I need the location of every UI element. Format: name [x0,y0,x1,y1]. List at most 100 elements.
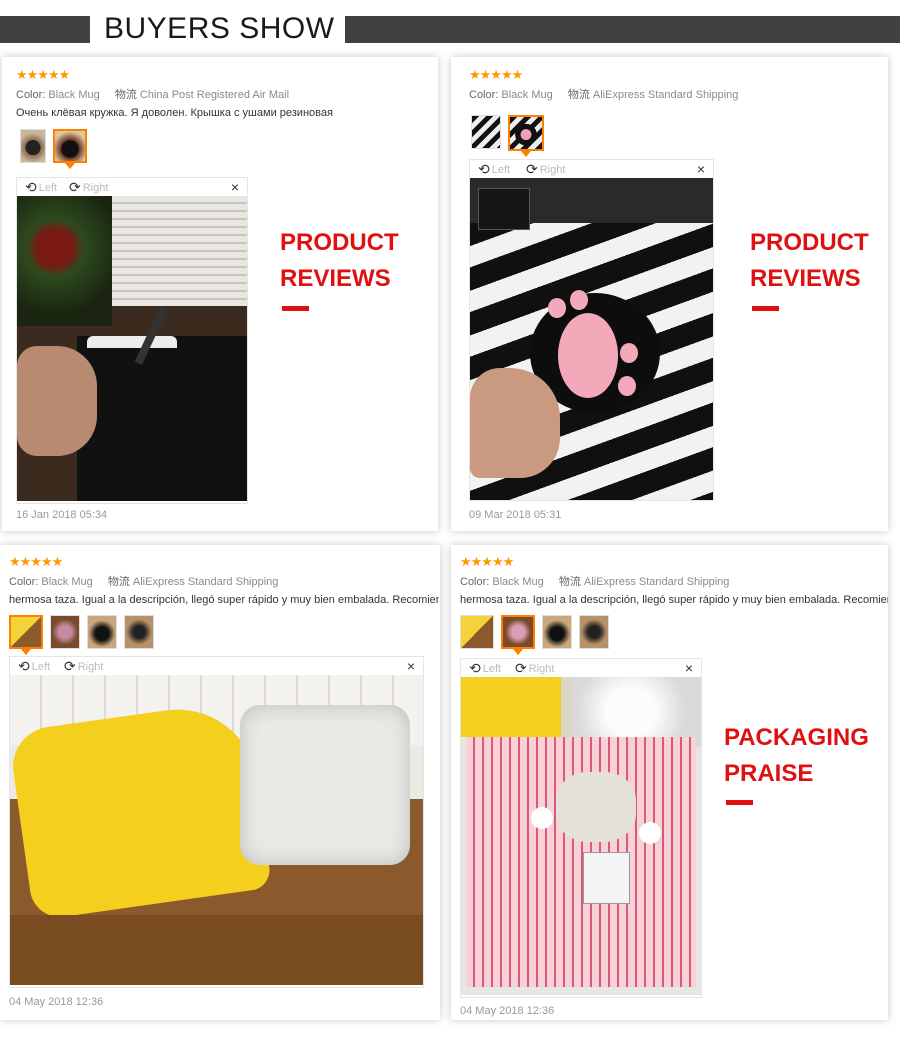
color-label: Color: [9,576,39,588]
close-icon[interactable]: × [231,179,239,195]
rotate-right-label: Right [82,181,109,194]
rotate-left-icon: ⟲ [18,658,30,674]
color-value: Black Mug [492,576,544,588]
image-viewer: ⟲ Left ⟳ Right × [9,656,424,988]
review-photo[interactable] [17,196,247,501]
shipping-label: 物流 [107,576,130,588]
review-photo[interactable] [461,677,701,995]
callout-heading: PACKAGING PRAISE [724,720,869,792]
review-meta: Color: Black Mug 物流 China Post Registere… [16,86,289,102]
rotate-right-icon: ⟳ [69,179,81,195]
review-card-3: ★★★★★ Color: Black Mug 物流 AliExpress Sta… [0,545,440,1020]
shipping-label: 物流 [114,89,137,101]
shipping-label: 物流 [567,89,590,101]
rotate-right-label: Right [77,660,104,673]
callout-line-1: PACKAGING [724,724,869,751]
star-rating: ★★★★★ [16,67,70,82]
rotate-right-label: Right [528,662,555,675]
review-photo[interactable] [470,178,713,500]
banner-bar-left [0,16,90,43]
thumbnail-1[interactable] [471,115,501,149]
rotate-right-icon: ⟳ [526,161,538,177]
banner-bar-right [345,16,900,43]
rotate-left-label: Left [482,662,502,675]
rotate-left-label: Left [491,163,511,176]
thumbnail-1-selected[interactable] [9,615,43,655]
thumbnail-2-selected[interactable] [53,129,87,169]
rotate-right-button[interactable]: ⟳ Right [64,658,103,675]
review-meta: Color: Black Mug 物流 AliExpress Standard … [469,86,738,102]
viewer-toolbar: ⟲ Left ⟳ Right × [470,160,713,178]
rotate-right-button[interactable]: ⟳ Right [515,660,554,677]
rotate-left-button[interactable]: ⟲ Left [25,179,57,196]
image-viewer: ⟲ Left ⟳ Right × [16,177,248,504]
page-title: BUYERS SHOW [104,12,335,45]
rotate-left-icon: ⟲ [469,660,481,676]
thumbnail-strip [460,615,609,655]
star-rating: ★★★★★ [9,554,63,569]
rotate-right-button[interactable]: ⟳ Right [526,161,565,178]
shipping-value: AliExpress Standard Shipping [583,576,730,588]
shipping-value: AliExpress Standard Shipping [592,89,739,101]
callout-dash [282,306,309,311]
review-card-1: ★★★★★ Color: Black Mug 物流 China Post Reg… [2,57,438,531]
thumbnail-3[interactable] [87,615,117,649]
rotate-left-label: Left [38,181,58,194]
callout-dash [752,306,779,311]
image-viewer: ⟲ Left ⟳ Right × [460,658,702,998]
color-label: Color: [460,576,490,588]
star-rating: ★★★★★ [469,67,523,82]
color-label: Color: [16,89,46,101]
shipping-value: AliExpress Standard Shipping [132,576,279,588]
rotate-left-button[interactable]: ⟲ Left [469,660,501,677]
shipping-label: 物流 [558,576,581,588]
review-text: Очень клёвая кружка. Я доволен. Крышка с… [16,107,333,119]
thumbnail-strip [471,115,544,157]
color-value: Black Mug [41,576,93,588]
image-viewer: ⟲ Left ⟳ Right × [469,159,714,501]
thumbnail-2-selected[interactable] [508,115,544,157]
thumbnail-2-selected[interactable] [501,615,535,655]
viewer-toolbar: ⟲ Left ⟳ Right × [17,178,247,196]
thumbnail-2[interactable] [50,615,80,649]
thumbnail-strip [20,129,87,169]
close-icon[interactable]: × [697,161,705,177]
review-date: 16 Jan 2018 05:34 [16,509,108,521]
rotate-left-button[interactable]: ⟲ Left [18,658,50,675]
color-label: Color: [469,89,499,101]
review-card-2: ★★★★★ Color: Black Mug 物流 AliExpress Sta… [451,57,888,531]
thumbnail-4[interactable] [124,615,154,649]
shipping-value: China Post Registered Air Mail [139,89,290,101]
review-text: hermosa taza. Igual a la descripción, ll… [460,594,888,606]
star-rating: ★★★★★ [460,554,514,569]
review-meta: Color: Black Mug 物流 AliExpress Standard … [9,573,278,589]
callout-line-1: PRODUCT [280,229,399,256]
review-date: 09 Mar 2018 05:31 [469,509,562,521]
review-text: hermosa taza. Igual a la descripción, ll… [9,594,439,606]
rotate-right-button[interactable]: ⟳ Right [69,179,108,196]
rotate-left-icon: ⟲ [478,161,490,177]
viewer-toolbar: ⟲ Left ⟳ Right × [10,657,423,675]
review-photo[interactable] [10,675,423,985]
close-icon[interactable]: × [685,660,693,676]
callout-dash [726,800,753,805]
review-date: 04 May 2018 12:36 [460,1005,555,1017]
thumbnail-strip [9,615,154,655]
callout-line-2: PRAISE [724,760,814,787]
rotate-right-label: Right [539,163,566,176]
rotate-left-button[interactable]: ⟲ Left [478,161,510,178]
rotate-right-icon: ⟳ [515,660,527,676]
thumbnail-1[interactable] [460,615,494,649]
thumbnail-4[interactable] [579,615,609,649]
callout-line-2: REVIEWS [750,265,861,292]
rotate-left-icon: ⟲ [25,179,37,195]
review-date: 04 May 2018 12:36 [9,996,104,1008]
thumbnail-3[interactable] [542,615,572,649]
callout-line-1: PRODUCT [750,229,869,256]
color-value: Black Mug [48,89,100,101]
close-icon[interactable]: × [407,658,415,674]
color-value: Black Mug [501,89,553,101]
thumbnail-1[interactable] [20,129,46,163]
rotate-right-icon: ⟳ [64,658,76,674]
review-card-4: ★★★★★ Color: Black Mug 物流 AliExpress Sta… [451,545,888,1020]
